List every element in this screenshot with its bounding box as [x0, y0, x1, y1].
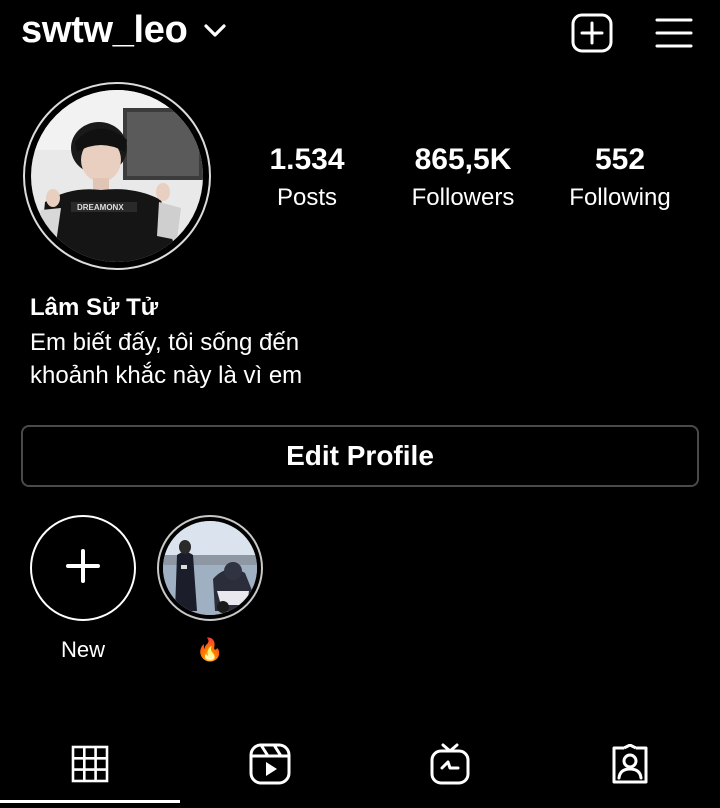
bio-line: khoảnh khắc này là vì em: [30, 362, 303, 389]
following-count: 552: [594, 143, 646, 176]
hamburger-menu-icon[interactable]: [652, 12, 696, 54]
new-highlight[interactable]: New: [28, 515, 138, 663]
grid-icon: [71, 745, 109, 788]
highlight-label: New: [60, 637, 105, 662]
igtv-icon: [430, 743, 470, 790]
profile-tabs: [0, 730, 720, 808]
followers-stat[interactable]: 865,5K Followers: [398, 142, 528, 214]
reels-icon: [249, 743, 291, 790]
posts-stat[interactable]: 1.534 Posts: [250, 142, 364, 214]
profile-bio: Em biết đấy, tôi sống đến khoảnh khắc nà…: [30, 326, 430, 392]
following-label: Following: [569, 184, 671, 211]
bio-line: Em biết đấy, tôi sống đến: [30, 329, 300, 356]
plus-icon: [65, 548, 101, 589]
profile-avatar[interactable]: DREAMONX: [23, 82, 211, 270]
tab-igtv[interactable]: [360, 730, 540, 802]
svg-text:DREAMONX: DREAMONX: [77, 203, 124, 212]
active-tab-indicator: [0, 800, 180, 803]
story-highlight-thumbnail: [163, 521, 257, 615]
followers-count: 865,5K: [414, 143, 512, 176]
tab-grid[interactable]: [0, 730, 180, 802]
posts-count: 1.534: [269, 143, 345, 176]
username: swtw_leo: [21, 9, 188, 51]
avatar-photo: DREAMONX: [31, 90, 203, 262]
edit-profile-button[interactable]: Edit Profile: [21, 425, 699, 487]
highlight-label: 🔥: [196, 637, 224, 662]
tagged-person-icon: [610, 743, 650, 789]
new-highlight-circle[interactable]: [30, 515, 136, 621]
story-highlight-circle[interactable]: [157, 515, 263, 621]
tab-reels[interactable]: [180, 730, 360, 802]
story-highlight[interactable]: 🔥: [155, 515, 265, 663]
followers-label: Followers: [411, 184, 515, 211]
plus-square-icon[interactable]: [570, 12, 614, 54]
username-switcher[interactable]: swtw_leo: [21, 9, 226, 52]
tab-tagged[interactable]: [540, 730, 720, 802]
chevron-down-icon: [203, 23, 226, 38]
following-stat[interactable]: 552 Following: [560, 142, 680, 214]
posts-label: Posts: [276, 184, 338, 211]
profile-name: Lâm Sử Tử: [30, 294, 159, 321]
